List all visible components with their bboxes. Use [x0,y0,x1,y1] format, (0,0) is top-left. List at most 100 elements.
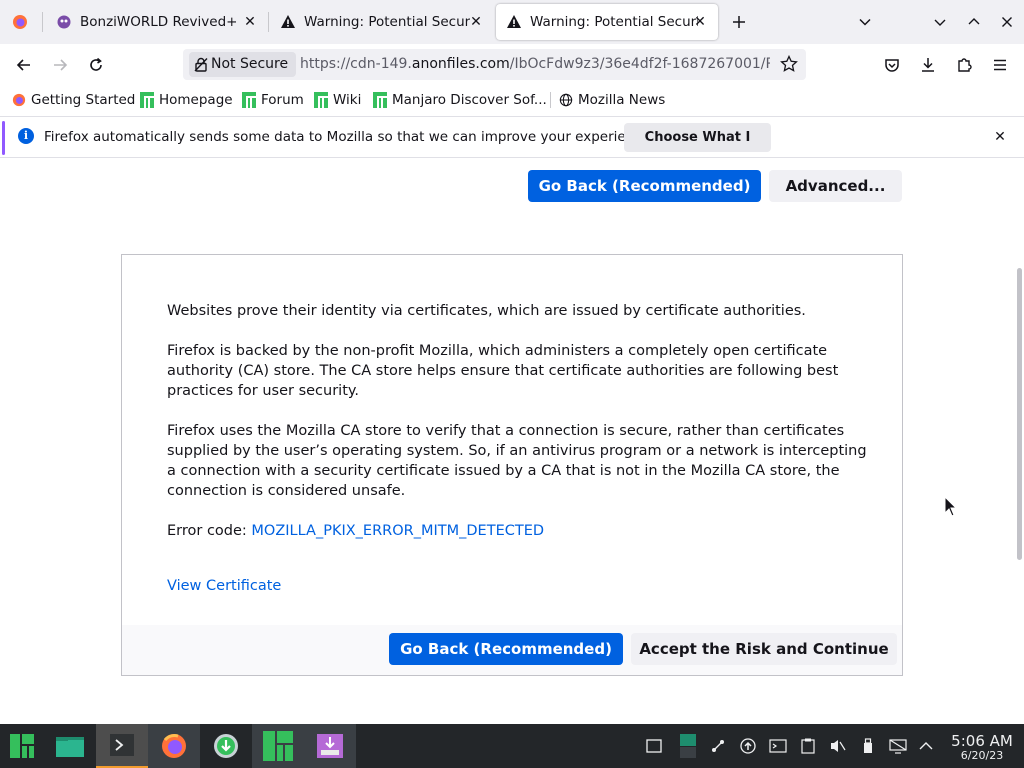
error-code-line: Error code: MOZILLA_PKIX_ERROR_MITM_DETE… [167,523,545,539]
tab-title: Warning: Potential Security Risk Ahead [304,14,470,30]
url-text[interactable]: https://cdn-149.anonfiles.com/IbOcFdw9z3… [300,49,770,80]
warning-icon [280,14,296,30]
forward-button[interactable] [48,54,72,76]
tab-warning[interactable]: Warning: Potential Security Risk Ahead ✕ [270,0,494,44]
mouse-cursor-icon [944,496,958,517]
pocket-button[interactable] [880,54,904,76]
close-notification-icon[interactable]: ✕ [990,127,1010,147]
folder-icon [56,737,84,757]
insecure-lock-icon [194,57,208,72]
bookmarks-separator [550,92,551,108]
error-code-link[interactable]: MOZILLA_PKIX_ERROR_MITM_DETECTED [251,523,544,539]
pocket-icon [885,59,899,72]
manjaro-icon [140,92,154,108]
go-back-button[interactable]: Go Back (Recommended) [389,633,623,665]
advanced-button[interactable]: Advanced... [769,170,902,202]
taskbar-terminal[interactable] [96,724,148,768]
warning-icon [506,14,522,30]
choose-what-i-share-button[interactable]: Choose What I Share [624,123,771,174]
close-window-button[interactable] [997,12,1017,32]
advanced-panel: Websites prove their identity via certif… [121,254,903,676]
virtual-desktop-pager[interactable] [678,732,698,760]
close-tab-icon[interactable]: ✕ [240,12,260,32]
bookmark-manjaro-discover[interactable]: Manjaro Discover Sof... [373,90,547,110]
app-menu-button[interactable] [988,54,1012,76]
maximize-icon [968,18,980,25]
go-back-button-top[interactable]: Go Back (Recommended) [528,170,761,202]
taskbar-file-manager[interactable] [44,724,96,768]
chevron-up-icon[interactable] [916,736,936,756]
application-launcher[interactable] [0,724,44,768]
manjaro-logo-icon [10,734,34,758]
firefox-icon [13,15,27,29]
clipboard-icon[interactable] [798,736,818,756]
reload-icon [90,57,102,71]
paragraph-certificates: Websites prove their identity via certif… [167,303,806,319]
tab-strip: BonziWORLD Revived+ ✕ Warning: Potential… [0,0,1024,44]
globe-icon [559,93,573,107]
manjaro-icon [373,92,387,108]
clock-date[interactable]: 6/20/23 [944,749,1020,762]
clock-time[interactable]: 5:06 AM [944,732,1020,750]
data-collection-notification: i Firefox automatically sends some data … [0,116,1024,174]
tab-warning-active[interactable]: Warning: Potential Security Risk Ahead ✕ [496,4,718,40]
not-secure-label: Not Secure [211,56,289,72]
arrow-left-icon [16,59,30,71]
bonzi-icon [56,14,72,30]
bookmark-mozilla-news[interactable]: Mozilla News [559,90,665,110]
minimize-icon [934,19,946,26]
taskbar-manjaro-app[interactable] [252,724,304,768]
url-bar[interactable]: Not Secure https://cdn-149.anonfiles.com… [183,49,806,80]
firefox-view-button[interactable] [10,12,30,32]
updates-icon[interactable] [738,736,758,756]
reload-button[interactable] [84,54,108,76]
bookmark-star-icon[interactable] [780,54,800,75]
download-icon [922,58,934,72]
back-button[interactable] [12,54,36,76]
page-scrollbar[interactable] [1017,268,1022,560]
manjaro-icon [314,92,328,108]
chevron-down-icon [859,18,871,26]
show-desktop-icon[interactable] [644,736,664,756]
list-all-tabs-button[interactable] [855,12,875,32]
usb-device-icon[interactable] [858,736,878,756]
view-certificate-link[interactable]: View Certificate [167,578,281,594]
kde-connect-icon[interactable] [708,736,728,756]
minimize-button[interactable] [930,12,950,32]
network-icon[interactable] [888,736,908,756]
firefox-icon [12,93,26,107]
volume-muted-icon[interactable] [828,736,848,756]
extensions-button[interactable] [952,54,976,76]
maximize-button[interactable] [964,12,984,32]
new-tab-button[interactable] [729,12,749,32]
bookmarks-toolbar: Getting Started Homepage Forum Wiki Manj… [0,86,1024,114]
downloads-button[interactable] [916,54,940,76]
tab-bonziworld[interactable]: BonziWORLD Revived+ ✕ [44,0,268,44]
console-icon[interactable] [768,736,788,756]
terminal-icon [110,734,134,756]
bookmark-forum[interactable]: Forum [242,90,304,110]
download-manager-icon [214,734,238,758]
taskbar-downloader[interactable] [200,724,252,768]
bookmark-getting-started[interactable]: Getting Started [12,90,135,110]
bookmark-homepage[interactable]: Homepage [140,90,233,110]
firefox-icon [162,734,186,758]
notification-message: Firefox automatically sends some data to… [44,129,655,145]
close-tab-icon[interactable]: ✕ [466,12,486,32]
not-secure-indicator[interactable]: Not Secure [189,52,297,77]
manjaro-icon [263,731,293,761]
tab-title: Warning: Potential Security Risk Ahead [530,14,698,30]
taskbar: 5:06 AM 6/20/23 [0,724,1024,768]
notification-accent [2,121,5,155]
close-tab-icon[interactable]: ✕ [690,12,710,32]
package-install-icon [317,734,343,758]
accept-risk-button[interactable]: Accept the Risk and Continue [631,633,897,665]
taskbar-installer[interactable] [304,724,356,768]
puzzle-icon [958,58,972,72]
taskbar-firefox[interactable] [148,724,200,768]
plus-icon [733,16,745,28]
hamburger-menu-icon [994,59,1006,71]
tab-title: BonziWORLD Revived+ [80,14,238,30]
panel-footer: Go Back (Recommended) Accept the Risk an… [122,625,902,675]
bookmark-wiki[interactable]: Wiki [314,90,361,110]
